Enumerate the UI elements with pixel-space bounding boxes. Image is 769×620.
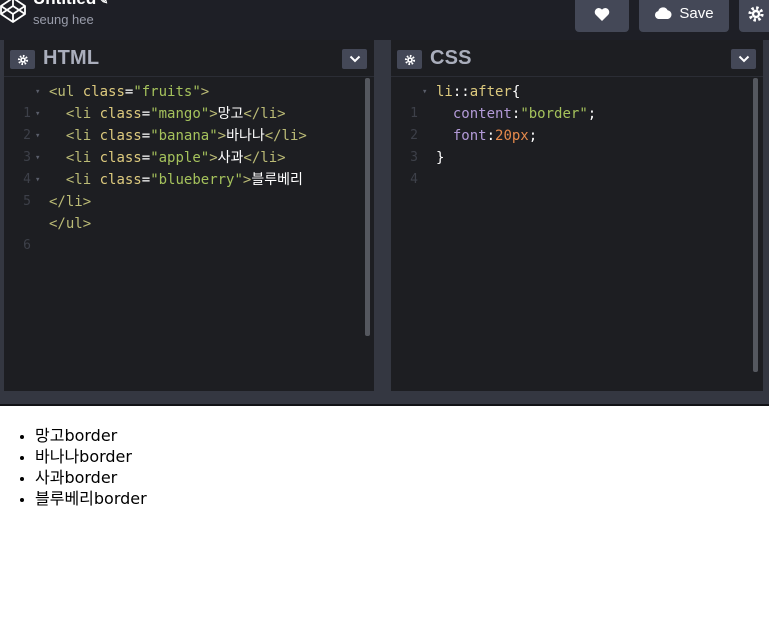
css-editor-scrollbar[interactable] (753, 78, 758, 372)
like-button[interactable] (575, 0, 629, 32)
code-text: </li> (49, 194, 92, 210)
top-bar: Untitled✎ seung hee Save (0, 0, 769, 40)
cloud-icon (655, 7, 672, 19)
css-code-editor[interactable]: 1 ▾ li::after{ 2 content:"border"; 3 fon… (391, 81, 763, 187)
html-editor-title: HTML (43, 47, 100, 69)
css-editor-pane: CSS 1 ▾ li::after{ 2 content:"border"; 3 (391, 40, 763, 391)
code-line: </li> (4, 191, 374, 213)
code-text: </ul> (49, 216, 92, 232)
gear-icon (404, 54, 415, 65)
html-editor-menu-button[interactable] (342, 49, 367, 69)
code-line: 1 ▾ li::after{ (391, 81, 763, 121)
list-item: 사과border (35, 467, 147, 488)
code-line: 5 ▾ <li class="blueberry">블루베리 (4, 169, 374, 209)
html-editor-scrollbar[interactable] (365, 78, 370, 336)
code-line: 3 ▾ <li class="banana">바나나</li> (4, 125, 374, 165)
fold-arrow-icon[interactable]: ▾ (35, 81, 40, 103)
html-settings-button[interactable] (10, 50, 35, 69)
fold-arrow-icon[interactable]: ▾ (35, 125, 40, 147)
codepen-logo-icon[interactable] (0, 0, 26, 23)
gear-icon (748, 6, 764, 22)
code-line: 4 } (391, 147, 763, 187)
code-line: 4 ▾ <li class="apple">사과</li> (4, 147, 374, 187)
settings-button[interactable] (739, 0, 769, 32)
code-line: 2 content:"border"; (391, 103, 763, 143)
code-text: <ul class="fruits"> (49, 84, 210, 100)
fold-arrow-icon[interactable]: ▾ (35, 147, 40, 169)
pen-author[interactable]: seung hee (33, 12, 94, 27)
code-text: <li class="blueberry">블루베리 (65, 172, 303, 188)
line-number: 4 (410, 172, 418, 187)
line-number: 6 (23, 238, 31, 253)
code-text: <li class="apple">사과</li> (65, 150, 286, 166)
code-text: <li class="banana">바나나</li> (65, 128, 307, 144)
editor-area: HTML 1 ▾ <ul class="fruits"> 2 ▾ <li cla… (0, 40, 769, 391)
result-preview: 망고border 바나나border 사과border 블루베리border (0, 407, 769, 620)
css-editor-header: CSS (391, 40, 763, 77)
css-editor-title: CSS (430, 47, 472, 69)
css-settings-button[interactable] (397, 50, 422, 69)
fold-arrow-icon[interactable]: ▾ (35, 103, 40, 125)
fruit-list: 망고border 바나나border 사과border 블루베리border (35, 425, 147, 509)
fold-arrow-icon[interactable]: ▾ (422, 81, 427, 103)
heart-icon (594, 7, 610, 21)
list-item: 바나나border (35, 446, 147, 467)
css-editor-menu-button[interactable] (731, 49, 756, 69)
chevron-down-icon (738, 55, 749, 63)
pen-title-text[interactable]: Untitled (33, 0, 96, 8)
code-line: 2 ▾ <li class="mango">망고</li> (4, 103, 374, 143)
save-button-label: Save (679, 4, 714, 22)
list-item: 망고border (35, 425, 147, 446)
chevron-down-icon (349, 55, 360, 63)
code-line: 3 font:20px; (391, 125, 763, 165)
code-text: <li class="mango">망고</li> (65, 106, 286, 122)
html-code-editor[interactable]: 1 ▾ <ul class="fruits"> 2 ▾ <li class="m… (4, 81, 374, 253)
html-editor-header: HTML (4, 40, 374, 77)
code-text: content:"border"; (452, 106, 597, 122)
pen-title[interactable]: Untitled✎ (33, 0, 108, 9)
code-text: } (436, 150, 445, 166)
list-item: 블루베리border (35, 488, 147, 509)
code-text: font:20px; (452, 128, 538, 144)
editor-resize-handle[interactable] (0, 391, 769, 406)
gear-icon (17, 54, 28, 65)
code-text: li::after{ (436, 84, 521, 100)
code-line: 1 ▾ <ul class="fruits"> (4, 81, 374, 121)
fold-arrow-icon[interactable]: ▾ (35, 169, 40, 191)
code-line: 6 </ul> (4, 213, 374, 253)
edit-pencil-icon[interactable]: ✎ (98, 0, 108, 7)
html-editor-pane: HTML 1 ▾ <ul class="fruits"> 2 ▾ <li cla… (4, 40, 374, 391)
save-button[interactable]: Save (639, 0, 729, 32)
